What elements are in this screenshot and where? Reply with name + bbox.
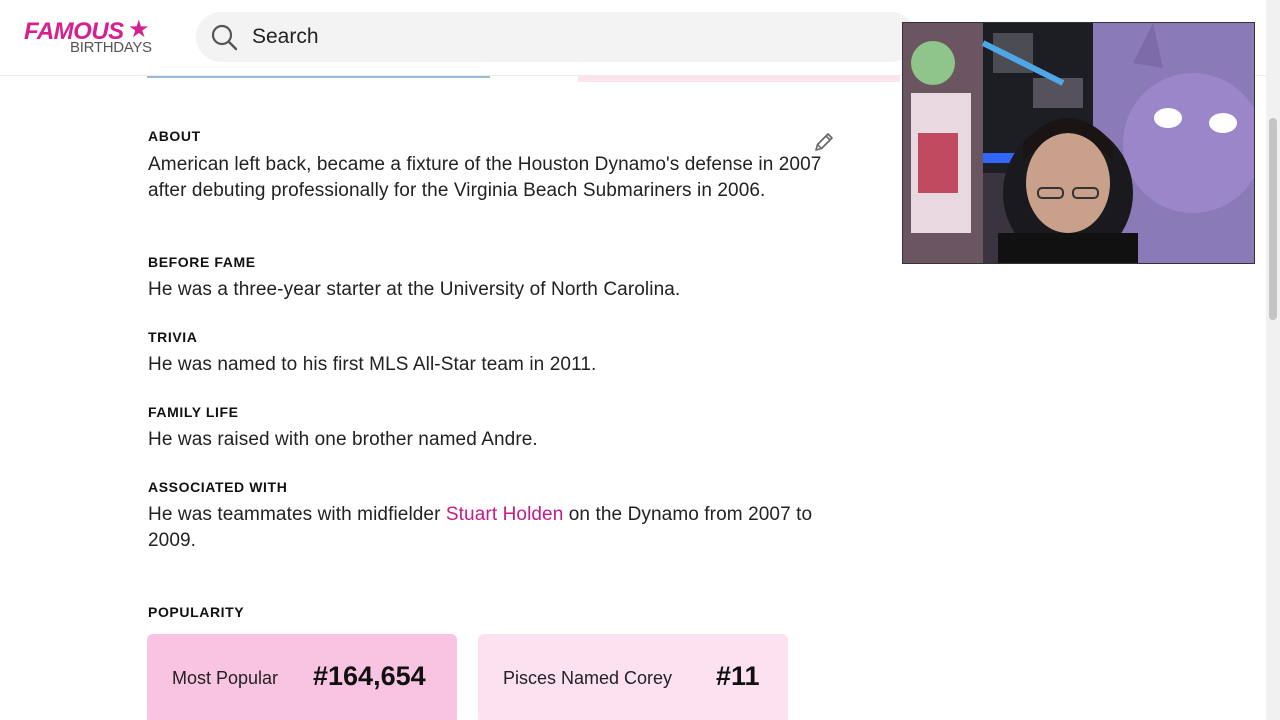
famous-birthdays-logo[interactable]: FAMOUS ★ BIRTHDAYS [24,18,156,58]
before-fame-heading: BEFORE FAME [148,254,256,270]
pisces-named-corey-card[interactable]: Pisces Named Corey #11 [478,634,788,720]
pisces-named-corey-rank: #11 [716,661,760,691]
trivia-heading: TRIVIA [148,329,198,345]
search-icon [211,24,238,51]
most-popular-rank: #164,654 [313,661,426,691]
edit-pencil-icon[interactable] [812,130,836,154]
logo-birthdays-text: BIRTHDAYS [70,39,152,56]
most-popular-label: Most Popular [172,668,279,688]
stuart-holden-link[interactable]: Stuart Holden [446,504,563,525]
trivia-text: He was named to his first MLS All-Star t… [148,354,597,375]
webcam-image [903,23,1254,263]
before-fame-text: He was a three-year starter at the Unive… [148,279,681,300]
webcam-overlay [902,22,1255,264]
associated-with-heading: ASSOCIATED WITH [148,479,288,495]
scrollbar-thumb[interactable] [1269,118,1277,320]
family-life-heading: FAMILY LIFE [148,404,239,420]
pisces-named-corey-label: Pisces Named Corey [503,668,673,688]
search-input[interactable] [252,12,892,62]
about-heading: ABOUT [148,128,201,144]
about-text: American left back, became a fixture of … [148,154,822,201]
most-popular-card[interactable]: Most Popular #164,654 [147,634,457,720]
associated-text-before: He was teammates with midfielder [148,504,446,525]
popularity-heading: POPULARITY [148,604,245,620]
search-bar[interactable] [196,12,916,62]
family-life-text: He was raised with one brother named And… [148,429,538,450]
page-scrollbar[interactable] [1266,0,1280,720]
image-bottom-edge-pink [578,76,900,82]
associated-with-text: He was teammates with midfielder Stuart … [148,502,828,554]
